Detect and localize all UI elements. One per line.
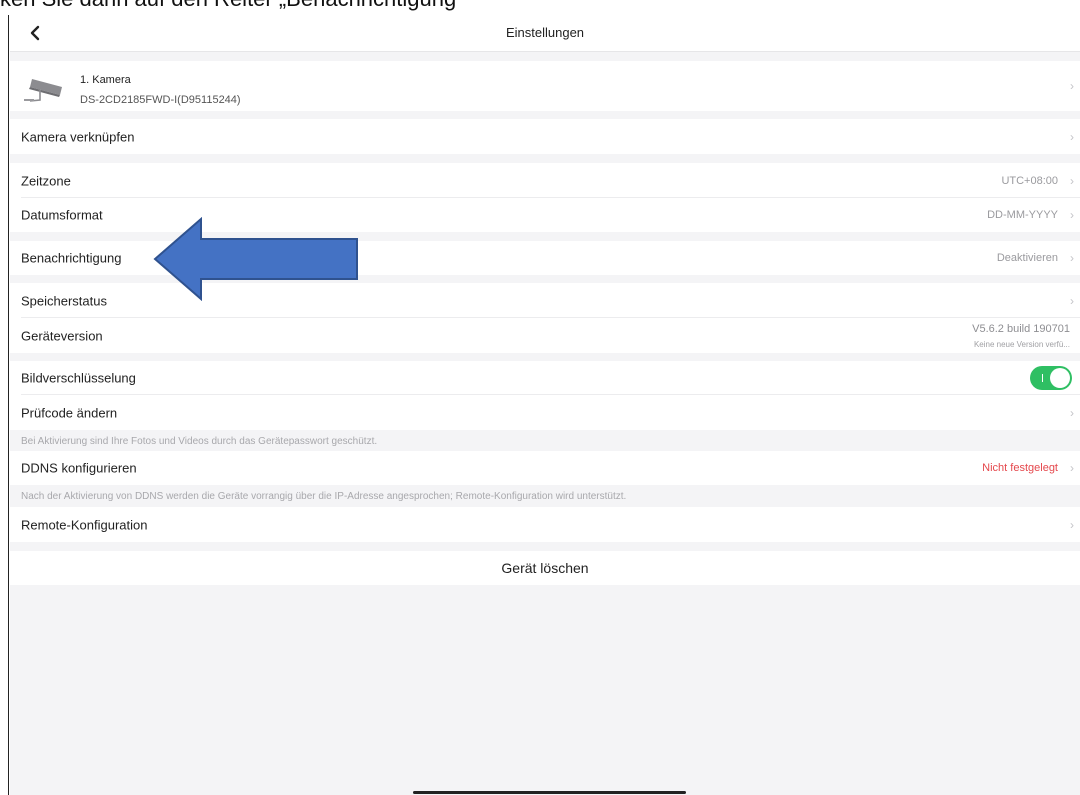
chevron-right-icon: › bbox=[1070, 251, 1074, 265]
document-caption: ken Sie dann auf den Reiter „Benachricht… bbox=[0, 0, 456, 10]
toggle-knob bbox=[1050, 368, 1070, 388]
ddns-value: Nicht festgelegt bbox=[982, 462, 1058, 474]
ddns-note: Nach der Aktivierung von DDNS werden die… bbox=[21, 491, 627, 502]
storage-status-label: Speicherstatus bbox=[21, 293, 107, 308]
date-format-label: Datumsformat bbox=[21, 207, 103, 223]
chevron-right-icon: › bbox=[1070, 129, 1074, 144]
remote-config-label: Remote-Konfiguration bbox=[21, 517, 148, 532]
camera-serial: DS-2CD2185FWD-I(D95115244) bbox=[80, 94, 241, 106]
device-version-status: Keine neue Version verfü... bbox=[973, 340, 1070, 349]
chevron-right-icon: › bbox=[1070, 405, 1074, 420]
notification-label: Benachrichtigung bbox=[21, 250, 122, 266]
toggle-on-mark bbox=[1042, 374, 1043, 382]
device-version-row[interactable]: Geräteversion V5.6.2 build 190701 Keine … bbox=[10, 318, 1080, 353]
encryption-note: Bei Aktivierung sind Ihre Fotos und Vide… bbox=[21, 436, 378, 447]
nav-bar: Einstellungen bbox=[10, 15, 1080, 52]
device-version-label: Geräteversion bbox=[21, 328, 103, 343]
verification-code-row[interactable]: Prüfcode ändern › bbox=[10, 395, 1080, 430]
camera-name: 1. Kamera bbox=[80, 74, 131, 86]
page-title: Einstellungen bbox=[505, 25, 585, 40]
ddns-label: DDNS konfigurieren bbox=[21, 460, 137, 476]
delete-device-button[interactable]: Gerät löschen bbox=[10, 551, 1080, 585]
remote-config-row[interactable]: Remote-Konfiguration › bbox=[10, 507, 1080, 542]
timezone-row[interactable]: Zeitzone UTC+08:00 › bbox=[10, 163, 1080, 198]
camera-icon bbox=[24, 79, 62, 102]
chevron-right-icon: › bbox=[1070, 173, 1074, 188]
page-border-line bbox=[8, 15, 9, 795]
image-encryption-toggle[interactable] bbox=[1030, 366, 1072, 390]
settings-screen: Einstellungen 1. Kamera DS-2CD2185FWD-I(… bbox=[10, 15, 1080, 795]
chevron-right-icon: › bbox=[1070, 461, 1074, 475]
camera-info-row[interactable]: 1. Kamera DS-2CD2185FWD-I(D95115244) › bbox=[10, 61, 1080, 111]
chevron-right-icon: › bbox=[1070, 208, 1074, 222]
date-format-value: DD-MM-YYYY bbox=[987, 209, 1058, 221]
image-encryption-row: Bildverschlüsselung bbox=[10, 361, 1080, 395]
image-encryption-label: Bildverschlüsselung bbox=[21, 370, 136, 386]
home-indicator bbox=[413, 791, 686, 794]
arrow-left-icon bbox=[153, 217, 358, 301]
timezone-label: Zeitzone bbox=[21, 173, 71, 188]
device-version-value: V5.6.2 build 190701 bbox=[972, 323, 1070, 335]
verification-code-label: Prüfcode ändern bbox=[21, 405, 118, 420]
timezone-value: UTC+08:00 bbox=[1001, 174, 1058, 187]
chevron-right-icon: › bbox=[1070, 517, 1074, 532]
ddns-row[interactable]: DDNS konfigurieren Nicht festgelegt › bbox=[10, 451, 1080, 485]
notification-value: Deaktivieren bbox=[996, 252, 1058, 264]
chevron-right-icon: › bbox=[1070, 293, 1074, 308]
chevron-right-icon: › bbox=[1070, 79, 1074, 93]
link-camera-row[interactable]: Kamera verknüpfen › bbox=[10, 119, 1080, 154]
link-camera-label: Kamera verknüpfen bbox=[21, 129, 135, 144]
